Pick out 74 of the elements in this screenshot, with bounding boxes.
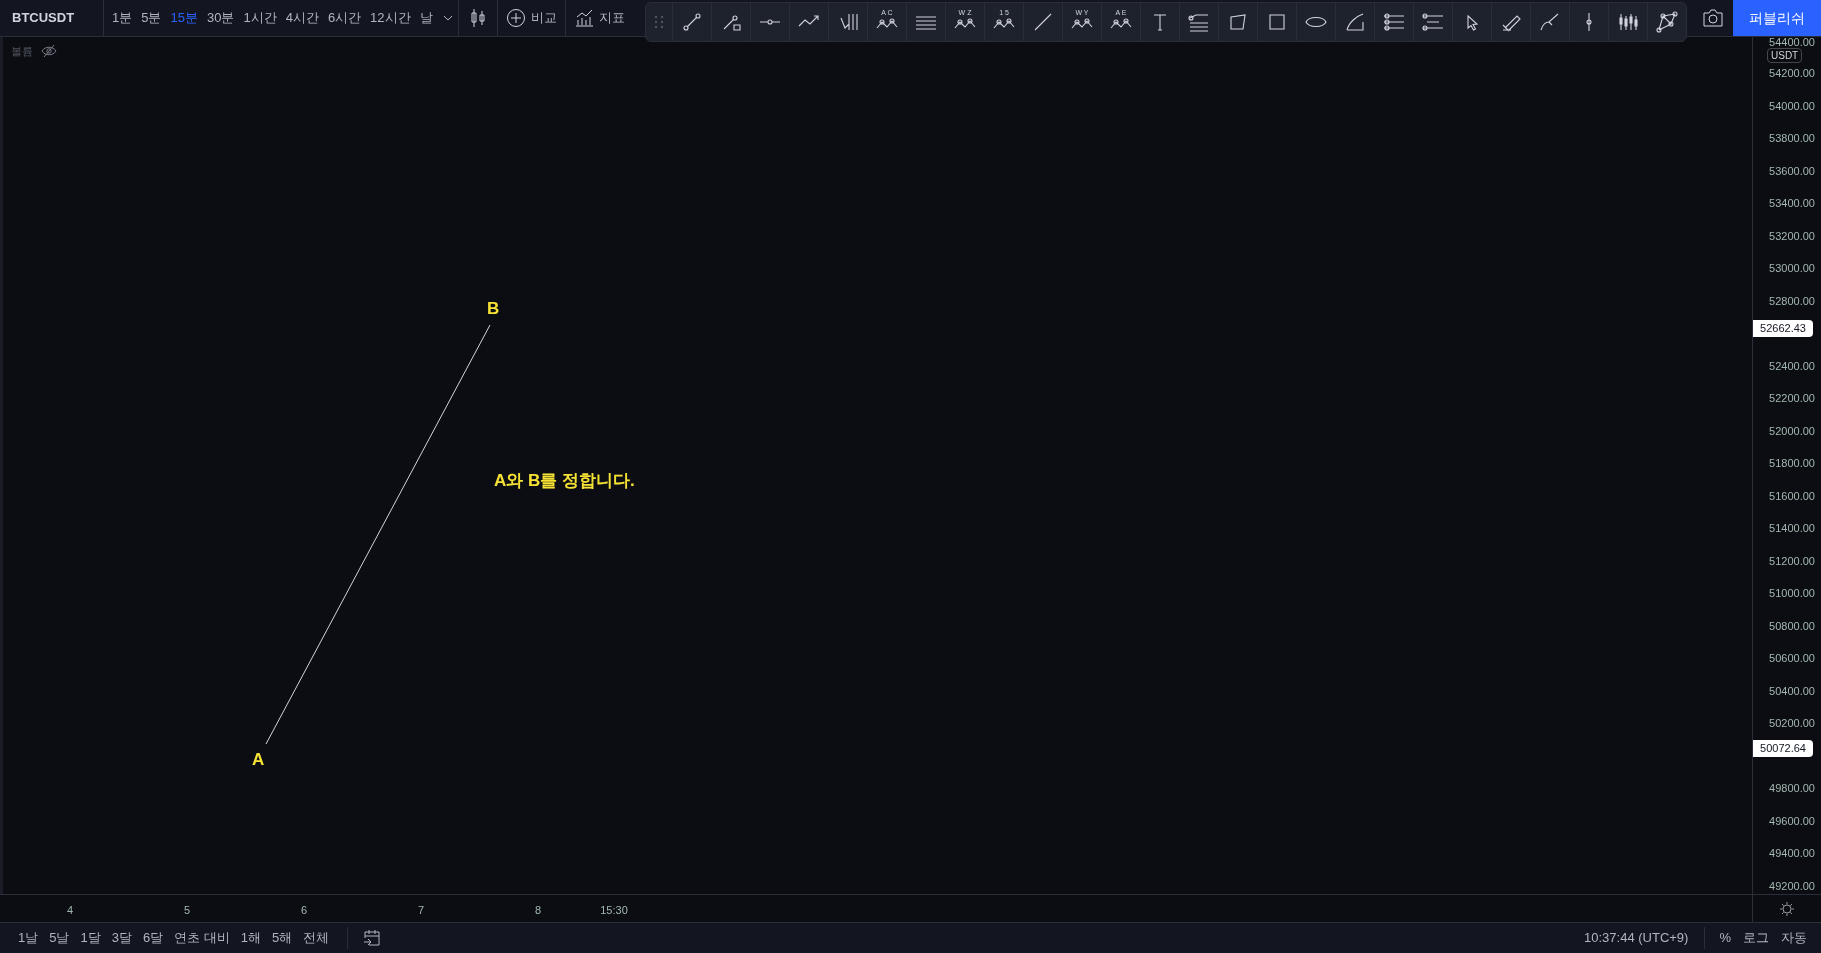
calendar-icon[interactable] — [362, 929, 383, 947]
range-button[interactable]: 1달 — [76, 928, 105, 948]
node-network-icon — [1653, 8, 1681, 36]
price-tick: 51800.00 — [1769, 457, 1815, 469]
interval-tab[interactable]: 12시간 — [366, 4, 415, 32]
point-label: B — [487, 298, 500, 320]
horizontal-line-icon — [759, 19, 781, 25]
clock[interactable]: 10:37:44 (UTC+9) — [1584, 928, 1705, 948]
symbol-name[interactable]: BTCUSDT — [0, 8, 103, 28]
plus-circle-icon — [505, 8, 526, 28]
price-tick: 53600.00 — [1769, 164, 1815, 177]
price-tick: 51000.00 — [1769, 587, 1815, 599]
price-tick: 50400.00 — [1769, 684, 1815, 697]
price-tick: 52400.00 — [1769, 359, 1815, 372]
range-button[interactable]: 5해 — [268, 928, 297, 948]
price-tick: 49800.00 — [1769, 782, 1815, 794]
range-button[interactable]: 연초 대비 — [170, 928, 234, 948]
time-tick: 6 — [300, 903, 308, 918]
interval-tab[interactable]: 날 — [415, 4, 437, 32]
eye-off-icon[interactable] — [41, 44, 57, 59]
time-tick: 8 — [534, 903, 542, 918]
interval-tab[interactable]: 15분 — [166, 4, 202, 32]
price-tick: 49600.00 — [1769, 814, 1815, 827]
price-tick: 54200.00 — [1769, 67, 1815, 79]
price-tick: 52000.00 — [1769, 424, 1815, 437]
price-tick: 53000.00 — [1769, 262, 1815, 274]
price-tick: 51200.00 — [1769, 554, 1815, 567]
interval-tab[interactable]: 1시간 — [239, 4, 281, 32]
camera-icon — [1702, 9, 1724, 27]
candles-icon — [468, 8, 487, 28]
price-tick: 49200.00 — [1769, 879, 1815, 892]
price-tick: 53200.00 — [1769, 229, 1815, 242]
time-tick: 4 — [66, 903, 74, 918]
interval-tab[interactable]: 1분 — [108, 4, 137, 32]
chart-note: A와 B를 정합니다. — [494, 470, 635, 492]
publish-button[interactable]: 퍼블리쉬 — [1733, 0, 1821, 36]
interval-tab[interactable]: 4시간 — [281, 4, 323, 32]
time-tick: 15:30 — [600, 903, 628, 918]
settings-icon[interactable] — [1779, 900, 1795, 917]
price-tick: 50200.00 — [1769, 717, 1815, 729]
price-tick: 54400.00 — [1769, 36, 1815, 48]
scale-option[interactable]: 로그 — [1743, 928, 1769, 948]
price-tick: 52200.00 — [1769, 392, 1815, 404]
indicators-button[interactable]: 지표 — [565, 0, 627, 36]
time-tick: 5 — [183, 903, 191, 918]
price-tick: 52800.00 — [1769, 294, 1815, 307]
price-tick: 51600.00 — [1769, 489, 1815, 502]
scale-option[interactable]: % — [1719, 928, 1731, 948]
time-tick: 7 — [417, 903, 425, 918]
price-tick: 53800.00 — [1769, 132, 1815, 144]
price-tick: 50800.00 — [1769, 619, 1815, 632]
range-button[interactable]: 3달 — [107, 928, 136, 948]
bar-chart-icon — [573, 8, 594, 28]
interval-tab[interactable]: 5분 — [137, 4, 166, 32]
price-tick: 50600.00 — [1769, 652, 1815, 664]
volume-legend: 볼륨 — [11, 43, 33, 60]
range-button[interactable]: 전체 — [299, 928, 334, 948]
range-button[interactable]: 1날 — [14, 928, 43, 948]
price-tick: 54000.00 — [1769, 99, 1815, 112]
price-marker: 50072.64 — [1753, 740, 1813, 757]
point-label: A — [252, 749, 265, 771]
scale-option[interactable]: 자동 — [1781, 928, 1807, 948]
range-button[interactable]: 6달 — [138, 928, 168, 948]
range-button[interactable]: 1해 — [236, 928, 266, 948]
vertical-line-icon — [1586, 12, 1592, 32]
interval-tab[interactable]: 6시간 — [323, 4, 366, 32]
compare-button[interactable]: 비교 — [497, 0, 565, 36]
price-tick: 51400.00 — [1769, 522, 1815, 534]
range-button[interactable]: 5날 — [45, 928, 74, 948]
price-marker: 52662.43 — [1753, 320, 1813, 337]
currency-badge[interactable]: USDT — [1767, 48, 1803, 63]
price-tick: 53400.00 — [1769, 197, 1815, 209]
interval-tab[interactable]: 30분 — [202, 4, 239, 32]
price-tick: 49400.00 — [1769, 847, 1815, 859]
